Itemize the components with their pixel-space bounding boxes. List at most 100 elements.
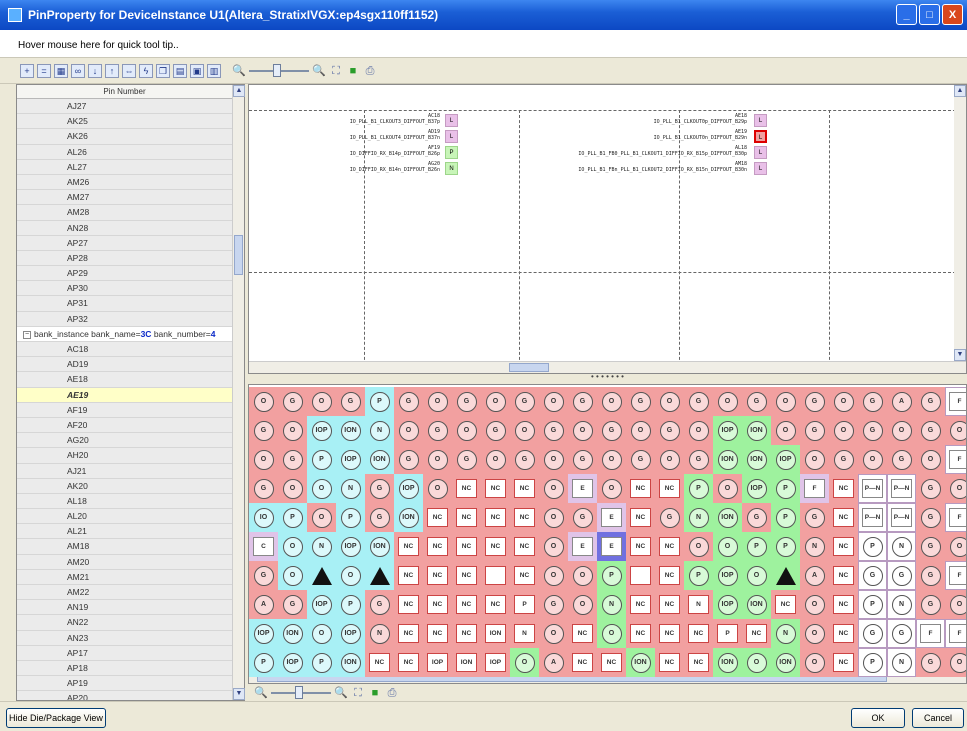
package-pin[interactable]: G (278, 590, 307, 619)
bank-group-row[interactable]: − bank_instance bank_name=3C bank_number=… (17, 326, 232, 342)
package-pin[interactable]: ION (742, 416, 771, 445)
scroll-thumb[interactable] (234, 235, 243, 275)
print-icon[interactable]: ⎙ (385, 686, 399, 700)
pin-table-scrollbar[interactable]: ▲ ▼ (232, 85, 245, 700)
package-pin[interactable]: O (568, 416, 597, 445)
package-pin[interactable]: P (713, 619, 742, 648)
package-pin[interactable]: NC (829, 532, 858, 561)
package-pin[interactable]: NC (655, 561, 684, 590)
package-pin[interactable]: IOP (713, 590, 742, 619)
package-pin[interactable]: G (452, 445, 481, 474)
package-pin[interactable]: IOP (481, 648, 510, 677)
pin-row[interactable]: AM22 (17, 585, 232, 601)
package-pin[interactable]: O (684, 532, 713, 561)
scroll-up-icon[interactable]: ▲ (233, 85, 245, 97)
scroll-down-icon[interactable]: ▼ (233, 688, 245, 700)
package-pin[interactable]: N (365, 619, 394, 648)
package-pin[interactable]: ION (742, 590, 771, 619)
lightning-icon[interactable]: ϟ (139, 63, 153, 78)
package-pin[interactable]: A (887, 387, 916, 416)
package-pin[interactable]: N (684, 590, 713, 619)
color-icon[interactable]: ■ (368, 686, 382, 700)
copy-icon[interactable]: ❐ (156, 63, 170, 78)
package-pin[interactable]: G (365, 590, 394, 619)
zoom-slider-thumb[interactable] (273, 63, 281, 77)
package-pin[interactable]: G (916, 503, 945, 532)
package-pin[interactable]: NC (655, 532, 684, 561)
package-pin[interactable]: G (394, 387, 423, 416)
package-pin[interactable]: O (249, 445, 278, 474)
zoom-slider[interactable] (271, 685, 331, 699)
package-pin[interactable]: P (684, 561, 713, 590)
zoom-in-icon[interactable]: 🔍 (312, 64, 326, 78)
package-pin[interactable]: G (568, 445, 597, 474)
zoom-slider-thumb[interactable] (295, 685, 303, 699)
die-pin-symbol[interactable]: P (445, 146, 458, 159)
package-pin[interactable]: P (336, 503, 365, 532)
package-pin[interactable]: NC (829, 590, 858, 619)
package-pin[interactable]: O (568, 590, 597, 619)
package-pin[interactable]: IOP (307, 590, 336, 619)
package-pin[interactable]: IO (249, 503, 278, 532)
package-pin[interactable]: G (423, 416, 452, 445)
package-pin[interactable]: E (568, 532, 597, 561)
package-pin[interactable]: G (597, 416, 626, 445)
package-pin[interactable]: IOP (713, 416, 742, 445)
package-pin[interactable]: NC (510, 561, 539, 590)
pin-row[interactable]: AL18 (17, 493, 232, 510)
fit-icon[interactable]: ⛶ (329, 64, 343, 78)
package-pin[interactable]: O (423, 474, 452, 503)
package-pin[interactable]: NC (655, 619, 684, 648)
package-pin[interactable]: O (481, 445, 510, 474)
package-pin[interactable]: G (278, 387, 307, 416)
package-pin[interactable]: O (916, 445, 945, 474)
package-pin[interactable]: F (945, 503, 966, 532)
package-pin[interactable]: IOP (249, 619, 278, 648)
pin-row[interactable]: AE18 (17, 372, 232, 388)
package-pin[interactable]: NC (568, 619, 597, 648)
pin-row[interactable]: AP27 (17, 235, 232, 251)
zoom-out-icon[interactable]: 🔍 (232, 64, 246, 78)
package-pin[interactable]: G (452, 387, 481, 416)
package-pin[interactable]: N (771, 619, 800, 648)
package-pin[interactable]: G (800, 503, 829, 532)
package-pin[interactable]: ION (713, 445, 742, 474)
package-pin[interactable]: O (539, 619, 568, 648)
paste-icon[interactable]: ▤ (173, 63, 187, 78)
package-pin[interactable]: NC (829, 619, 858, 648)
package-pin[interactable]: G (916, 590, 945, 619)
package-pin[interactable]: A (800, 561, 829, 590)
pin-row[interactable]: AF20 (17, 417, 232, 434)
package-pin[interactable]: O (945, 416, 966, 445)
package-pin[interactable]: NC (452, 619, 481, 648)
pin-row[interactable]: AM26 (17, 174, 232, 191)
package-pin[interactable]: O (278, 416, 307, 445)
pin-row[interactable]: AL21 (17, 524, 232, 540)
package-pin[interactable]: P (858, 590, 887, 619)
package-pin[interactable]: P—N (858, 503, 887, 532)
pin-row[interactable]: AP17 (17, 645, 232, 661)
package-pin[interactable]: O (713, 474, 742, 503)
package-pin[interactable]: P (510, 590, 539, 619)
zoom-out-icon[interactable]: 🔍 (254, 686, 268, 700)
package-pin[interactable]: G (249, 416, 278, 445)
die-pin-symbol[interactable]: L (445, 114, 458, 127)
pin-row[interactable]: AP19 (17, 676, 232, 692)
package-pin[interactable]: P (597, 561, 626, 590)
zoom-slider[interactable] (249, 63, 309, 77)
package-pin[interactable]: NC (394, 590, 423, 619)
package-pin[interactable]: G (481, 416, 510, 445)
tb-icon-1[interactable]: + (20, 63, 34, 78)
package-pin[interactable]: O (539, 503, 568, 532)
package-pin[interactable]: NC (423, 619, 452, 648)
package-pin[interactable]: F (945, 387, 966, 416)
package-pin[interactable]: C (249, 532, 278, 561)
package-pin[interactable]: O (336, 561, 365, 590)
pin-row[interactable]: AD19 (17, 357, 232, 373)
die-pin-symbol[interactable]: N (445, 162, 458, 175)
close-button[interactable]: X (942, 4, 963, 25)
tb-icon-2[interactable]: = (37, 63, 51, 78)
package-pin[interactable]: G (249, 561, 278, 590)
package-pin[interactable]: P (742, 532, 771, 561)
package-pin[interactable]: O (307, 503, 336, 532)
